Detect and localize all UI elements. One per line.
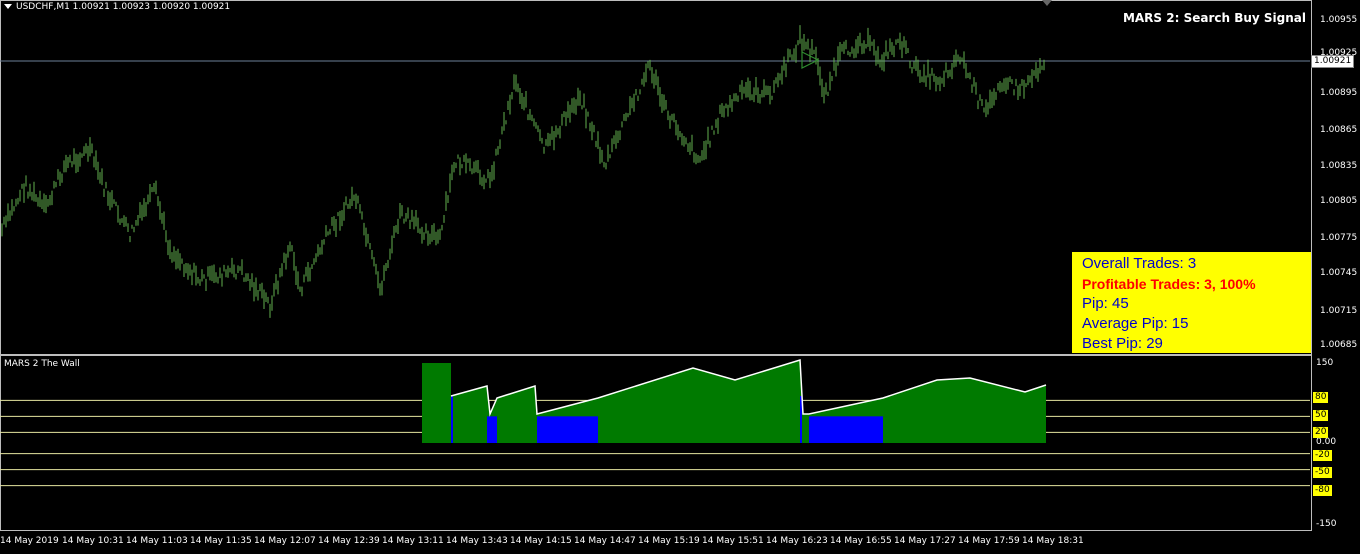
wall-block — [422, 363, 451, 443]
time-tick: 14 May 11:03 — [126, 536, 188, 546]
time-tick: 14 May 10:31 — [62, 536, 124, 546]
level-tag: -50 — [1313, 467, 1332, 478]
signal-zone — [537, 416, 598, 443]
symbol-text: USDCHF,M1 1.00921 1.00923 1.00920 1.0092… — [16, 2, 231, 12]
time-tick: 14 May 15:51 — [702, 536, 764, 546]
time-tick: 14 May 17:27 — [894, 536, 956, 546]
price-tick: 1.00865 — [1320, 125, 1358, 135]
time-tick: 14 May 16:23 — [766, 536, 828, 546]
price-tick: 1.00805 — [1320, 196, 1358, 206]
level-tag: -20 — [1313, 450, 1332, 461]
level-tag: 80 — [1313, 392, 1329, 403]
price-tick: 1.00745 — [1320, 268, 1358, 278]
signal-spike — [451, 396, 453, 443]
time-tick: 14 May 15:19 — [638, 536, 700, 546]
profitable-trades: Profitable Trades: 3, 100% — [1082, 276, 1256, 292]
signal-zone — [487, 416, 497, 443]
time-tick: 14 May 12:39 — [318, 536, 380, 546]
time-tick: 14 May 14:15 — [510, 536, 572, 546]
price-tick: 1.00775 — [1320, 233, 1358, 243]
time-tick: 14 May 14:47 — [574, 536, 636, 546]
signal-zone — [809, 416, 883, 443]
time-tick: 14 May 12:07 — [254, 536, 316, 546]
price-tick: 1.00715 — [1320, 306, 1358, 316]
ea-title: MARS 2: Search Buy Signal — [1122, 11, 1306, 25]
price-tick: 1.00955 — [1320, 15, 1358, 25]
level-tag: -80 — [1313, 485, 1332, 496]
time-tick: 14 May 11:35 — [190, 536, 252, 546]
level-tag: 50 — [1313, 410, 1329, 421]
overall-trades: Overall Trades: 3 — [1082, 255, 1197, 272]
indicator-axis-zero: 0.00 — [1316, 437, 1337, 447]
dropdown-triangle-icon[interactable] — [4, 4, 12, 9]
trade-stats-panel: Overall Trades: 3 Profitable Trades: 3, … — [1072, 252, 1311, 353]
time-tick: 14 May 2019 — [0, 536, 59, 546]
best-pip: Best Pip: 29 — [1082, 335, 1163, 352]
average-pip: Average Pip: 15 — [1082, 315, 1189, 332]
pip-total: Pip: 45 — [1082, 295, 1129, 312]
indicator-axis-min: -150 — [1316, 519, 1337, 529]
time-tick: 14 May 17:59 — [958, 536, 1020, 546]
current-price-tag: 1.00921 — [1311, 55, 1355, 68]
price-tick: 1.00835 — [1320, 161, 1358, 171]
time-tick: 14 May 13:43 — [446, 536, 508, 546]
indicator-name: MARS 2 The Wall — [4, 359, 80, 369]
level-tag: 20 — [1313, 427, 1329, 438]
indicator-axis-max: 150 — [1316, 358, 1334, 368]
symbol-label[interactable]: USDCHF,M1 1.00921 1.00923 1.00920 1.0092… — [4, 2, 230, 12]
price-tick: 1.00685 — [1320, 340, 1358, 350]
time-tick: 14 May 16:55 — [830, 536, 892, 546]
time-tick: 14 May 13:11 — [382, 536, 444, 546]
price-tick: 1.00895 — [1320, 88, 1358, 98]
time-tick: 14 May 18:31 — [1022, 536, 1084, 546]
